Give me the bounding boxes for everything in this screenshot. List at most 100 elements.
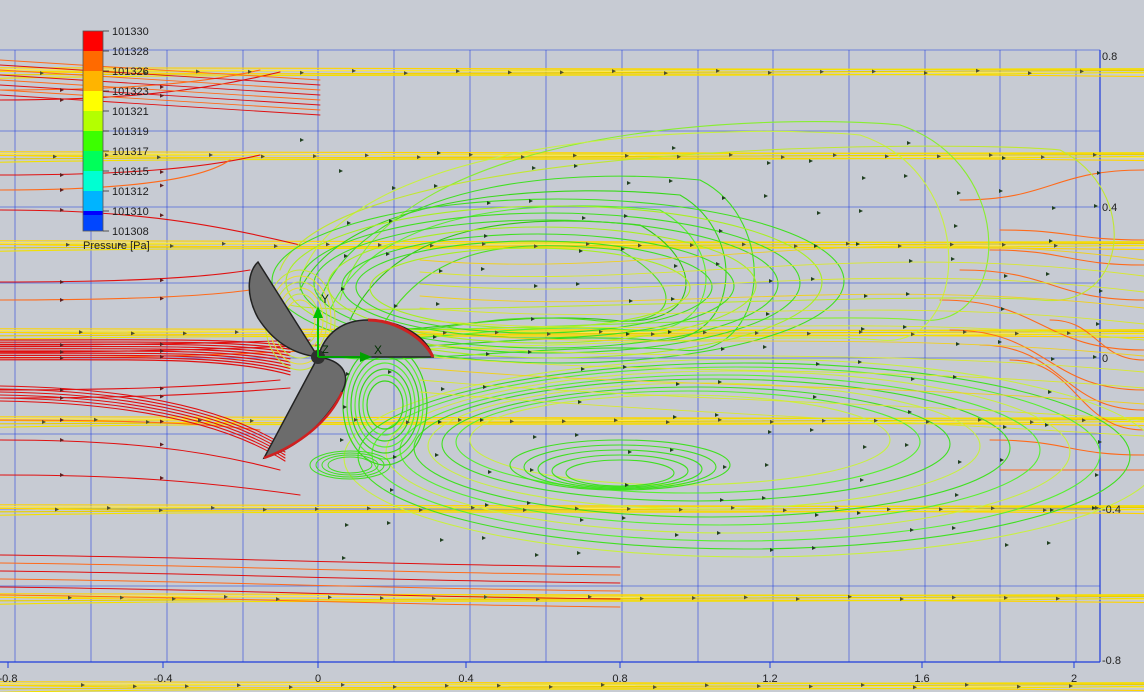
flow-arrow <box>810 428 814 432</box>
flow-arrow <box>765 463 769 467</box>
flow-arrow <box>627 506 631 511</box>
streamline <box>537 449 703 489</box>
flow-arrow <box>669 179 673 183</box>
flow-arrow <box>535 553 539 557</box>
x-tick-label: 0 <box>315 673 321 685</box>
flow-arrow <box>580 518 584 522</box>
legend-value-label: 101328 <box>112 46 149 58</box>
flow-arrow <box>485 503 489 507</box>
flow-arrow <box>532 166 536 170</box>
flow-arrow <box>812 546 816 550</box>
streamline <box>939 299 1144 351</box>
flow-arrow <box>527 501 531 505</box>
flow-arrow <box>326 242 330 247</box>
flow-arrow <box>672 146 676 150</box>
flow-simulation-viewport[interactable]: YXZ -0.8 -0.4 0 0.4 0.8 1.2 1.6 2 0.8 0.4 0 -0.4 -0… <box>0 0 1144 692</box>
streamline <box>441 386 951 502</box>
streamline <box>327 456 373 474</box>
flow-arrow <box>757 684 761 689</box>
streamline <box>0 385 286 447</box>
flow-arrow <box>160 342 164 347</box>
flow-arrow <box>817 211 821 215</box>
x-tick-label: -0.8 <box>0 673 17 685</box>
flow-arrow <box>345 523 349 527</box>
flow-arrow <box>862 176 866 180</box>
flow-arrow <box>1095 473 1099 477</box>
flow-arrow <box>1046 272 1050 276</box>
flow-arrow <box>955 493 959 497</box>
flow-arrow <box>816 362 820 366</box>
legend-value-label: 101321 <box>112 106 149 118</box>
streamline <box>989 249 1144 266</box>
streamline <box>362 374 408 436</box>
flow-arrow <box>1054 243 1058 248</box>
x-tick-label: 0.8 <box>612 673 627 685</box>
streamline <box>509 439 731 491</box>
flow-arrow <box>767 161 771 165</box>
streamline <box>0 94 321 116</box>
legend-color-swatch <box>83 151 103 171</box>
flow-arrow <box>209 152 213 157</box>
flow-arrow <box>692 595 696 600</box>
flow-arrow <box>340 438 344 442</box>
legend-value-label: 101323 <box>112 86 149 98</box>
flow-arrow <box>390 488 394 492</box>
x-tick-label: 0.4 <box>458 673 473 685</box>
streamline <box>0 289 251 301</box>
flow-arrow <box>717 531 721 535</box>
flow-arrow <box>675 533 679 537</box>
flow-arrow <box>1030 420 1034 425</box>
flow-arrow <box>954 224 958 228</box>
flow-arrow <box>858 360 862 364</box>
flow-arrow <box>339 169 343 173</box>
flow-arrow <box>815 513 819 517</box>
legend-color-swatch <box>83 31 103 51</box>
streamline <box>523 444 717 490</box>
flow-arrow <box>952 526 956 530</box>
legend-value-label: 101326 <box>112 66 149 78</box>
flow-arrow <box>441 387 445 391</box>
x-tick-label: 1.6 <box>914 673 929 685</box>
streamline <box>357 362 1131 550</box>
flow-arrow <box>224 594 228 599</box>
flow-arrow <box>342 556 346 560</box>
flow-arrow <box>469 152 473 157</box>
x-tick-label: 2 <box>1071 673 1077 685</box>
flow-arrow <box>484 234 488 238</box>
flow-trajectory-plot[interactable]: YXZ -0.8 -0.4 0 0.4 0.8 1.2 1.6 2 0.80.40-0.4-0… <box>0 0 1144 692</box>
flow-arrow <box>60 173 64 177</box>
flow-trajectories <box>0 59 1144 692</box>
flow-arrow <box>160 442 164 447</box>
flow-arrow <box>813 395 817 399</box>
legend-value-label: 101315 <box>112 166 149 178</box>
x-tick-label: -0.4 <box>154 673 173 685</box>
streamline <box>0 570 621 584</box>
streamline <box>321 454 379 476</box>
flow-arrow <box>629 299 633 303</box>
flow-arrow <box>910 528 914 532</box>
flow-arrow <box>435 453 439 457</box>
flow-arrow <box>769 279 773 283</box>
flow-arrow <box>723 465 727 469</box>
flow-arrow <box>958 460 962 464</box>
triad-z-label: Z <box>322 344 329 356</box>
flow-arrow <box>1047 541 1051 545</box>
flow-arrow <box>1099 289 1103 293</box>
streamline <box>427 382 981 510</box>
y-tick-label: 0.8 <box>1102 51 1117 63</box>
streamline <box>0 439 281 471</box>
flow-arrow <box>404 71 408 76</box>
flow-arrow <box>235 330 239 335</box>
flow-arrow <box>60 298 64 302</box>
flow-arrow <box>768 430 772 434</box>
legend-color-swatch <box>83 171 103 191</box>
flow-arrow <box>763 345 767 349</box>
pressure-legend: 101330 101328 101326 101323 101321 101319 1013… <box>82 26 150 252</box>
flow-arrow <box>863 445 867 449</box>
streamline <box>0 578 621 592</box>
flow-arrow <box>907 141 911 145</box>
legend-value-label: 101312 <box>112 186 149 198</box>
streamline <box>0 379 281 391</box>
streamline <box>565 459 675 487</box>
flow-arrow <box>387 521 391 525</box>
